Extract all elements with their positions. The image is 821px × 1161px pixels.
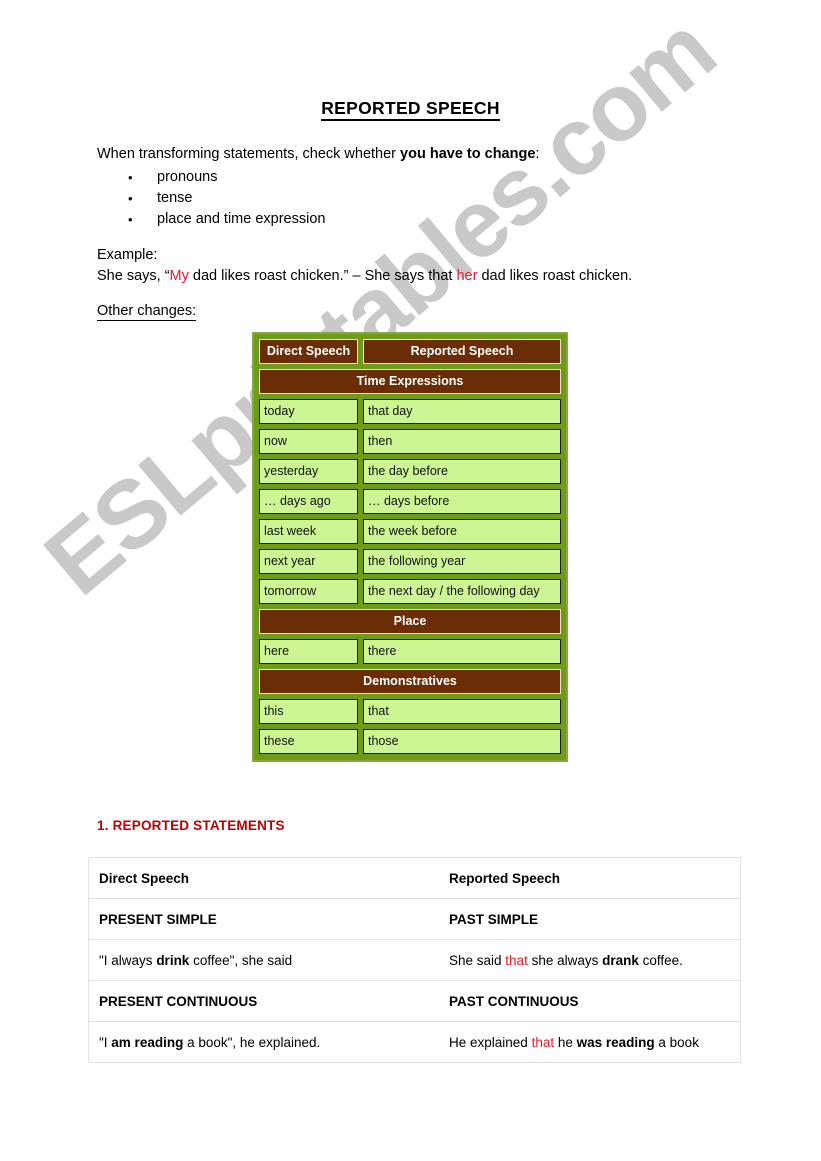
example-part-1: She says, “ [97, 268, 170, 284]
cell-reported: then [363, 429, 561, 454]
cell-reported: the following year [363, 549, 561, 574]
band-label: Place [259, 609, 561, 634]
text-part: coffee. [638, 953, 683, 968]
changes-table: Direct Speech Reported Speech Time Expre… [252, 332, 568, 762]
text-part: He explained [449, 1035, 532, 1050]
table-row: … days ago … days before [259, 489, 561, 514]
cell-reported: the week before [363, 519, 561, 544]
text-part: "I [99, 1035, 112, 1050]
cell-direct: next year [259, 549, 358, 574]
intro-suffix: : [535, 146, 540, 162]
text-part: a book [654, 1035, 699, 1050]
section-band-place: Place [259, 609, 561, 634]
cell-direct: now [259, 429, 358, 454]
text-bold: drank [602, 953, 639, 968]
example-reported: She said that she always drank coffee. [439, 939, 740, 981]
example-label: Example: [97, 247, 158, 263]
table-row: PRESENT CONTINUOUS PAST CONTINUOUS [89, 980, 740, 1022]
table-row: PRESENT SIMPLE PAST SIMPLE [89, 898, 740, 940]
cell-direct: these [259, 729, 358, 754]
table-row: next year the following year [259, 549, 561, 574]
example-highlight-my: My [169, 268, 189, 284]
table-row: now then [259, 429, 561, 454]
tense-label-direct: PRESENT SIMPLE [89, 898, 439, 940]
tense-label-reported: PAST SIMPLE [439, 898, 740, 940]
section-band-demonstratives: Demonstratives [259, 669, 561, 694]
example-direct: "I always drink coffee", she said [89, 939, 439, 981]
cell-reported: those [363, 729, 561, 754]
example-part-3: dad likes roast chicken. [477, 268, 633, 284]
section-band-time-expressions: Time Expressions [259, 369, 561, 394]
worksheet-page: ESLprintables.com REPORTED SPEECH When t… [0, 0, 821, 1161]
changes-header-direct: Direct Speech [259, 339, 358, 364]
text-bold: was reading [576, 1035, 655, 1050]
text-part: she always [527, 953, 603, 968]
change-checklist: pronouns tense place and time expression [128, 167, 325, 230]
table-row: last week the week before [259, 519, 561, 544]
intro-paragraph: When transforming statements, check whet… [97, 146, 539, 162]
text-part: he [554, 1035, 577, 1050]
page-title: REPORTED SPEECH [0, 98, 821, 121]
table-row: tomorrow the next day / the following da… [259, 579, 561, 604]
cell-direct: yesterday [259, 459, 358, 484]
cell-reported: that day [363, 399, 561, 424]
table-header-row: Direct Speech Reported Speech [89, 858, 740, 899]
cell-direct: this [259, 699, 358, 724]
table-row: "I always drink coffee", she said She sa… [89, 939, 740, 981]
intro-bold: you have to change [400, 146, 536, 162]
list-item: pronouns [128, 167, 325, 188]
cell-direct: here [259, 639, 358, 664]
cell-direct: … days ago [259, 489, 358, 514]
bullet-label: pronouns [157, 169, 218, 185]
section-heading-reported-statements: 1. REPORTED STATEMENTS [97, 818, 285, 833]
cell-reported: there [363, 639, 561, 664]
text-bold: drink [156, 953, 190, 968]
tense-label-reported: PAST CONTINUOUS [439, 980, 740, 1022]
bullet-label: place and time expression [157, 211, 326, 227]
example-highlight-her: her [456, 268, 478, 284]
cell-direct: today [259, 399, 358, 424]
text-highlight-that: that [531, 1035, 555, 1050]
other-changes-text: Other changes: [97, 303, 197, 321]
cell-direct: tomorrow [259, 579, 358, 604]
text-part: She said [449, 953, 506, 968]
list-item: place and time expression [128, 209, 325, 230]
other-changes-label: Other changes: [97, 303, 197, 321]
cell-reported: the next day / the following day [363, 579, 561, 604]
example-reported: He explained that he was reading a book [439, 1022, 740, 1063]
table-row: these those [259, 729, 561, 754]
text-part: a book", he explained. [183, 1035, 321, 1050]
table-row: "I am reading a book", he explained. He … [89, 1022, 740, 1063]
changes-header-reported: Reported Speech [363, 339, 561, 364]
text-bold: am reading [111, 1035, 184, 1050]
intro-prefix: When transforming statements, check whet… [97, 146, 401, 162]
cell-direct: last week [259, 519, 358, 544]
example-direct: "I am reading a book", he explained. [89, 1022, 439, 1063]
column-header-direct: Direct Speech [89, 858, 439, 899]
page-title-text: REPORTED SPEECH [321, 98, 500, 121]
example-sentence: She says, “My dad likes roast chicken.” … [97, 268, 632, 284]
band-label: Time Expressions [259, 369, 561, 394]
text-part: coffee", she said [189, 953, 293, 968]
table-row: this that [259, 699, 561, 724]
table-row: today that day [259, 399, 561, 424]
text-part: "I always [99, 953, 157, 968]
table-row: here there [259, 639, 561, 664]
bullet-label: tense [157, 190, 193, 206]
tense-label-direct: PRESENT CONTINUOUS [89, 980, 439, 1022]
cell-reported: that [363, 699, 561, 724]
reported-statements-table: Direct Speech Reported Speech PRESENT SI… [88, 857, 741, 1063]
cell-reported: the day before [363, 459, 561, 484]
example-part-2: dad likes roast chicken.” – She says tha… [188, 268, 457, 284]
cell-reported: … days before [363, 489, 561, 514]
table-row: yesterday the day before [259, 459, 561, 484]
column-header-reported: Reported Speech [439, 858, 740, 899]
list-item: tense [128, 188, 325, 209]
changes-table-header-row: Direct Speech Reported Speech [259, 339, 561, 364]
text-highlight-that: that [505, 953, 528, 968]
band-label: Demonstratives [259, 669, 561, 694]
